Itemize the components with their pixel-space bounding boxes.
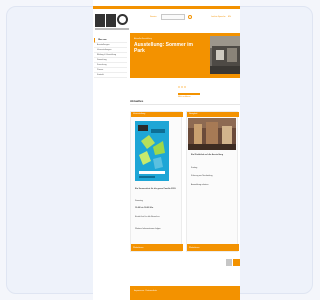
sidebar-item[interactable]: Kontakt [94, 73, 127, 78]
teaser-time: 10:00 bis 18:00 Uhr [135, 207, 154, 209]
logo-ring [117, 14, 128, 25]
hero-title: Ausstellung: Sommer im Park [134, 42, 193, 54]
teaser-text: Führung am Nachmittag [191, 175, 213, 177]
pager [226, 259, 240, 266]
teaser-read-more[interactable]: Weiterlesen [133, 247, 144, 249]
logo-box-2 [106, 14, 116, 27]
hero-dot[interactable] [178, 86, 180, 88]
hero-dot[interactable] [181, 86, 183, 88]
teaser-text: Weitere Informationen folgen [135, 228, 161, 230]
hero-dot[interactable] [184, 86, 186, 88]
site-logo[interactable] [95, 14, 129, 32]
pager-prev-button[interactable] [226, 259, 232, 266]
more-band [178, 93, 200, 95]
nav-service-link[interactable]: Service [150, 16, 157, 18]
teaser-poster [135, 121, 169, 181]
pager-next-button[interactable] [233, 259, 240, 266]
teaser-photo [188, 118, 236, 150]
logo-box-1 [95, 14, 105, 27]
teaser-card[interactable]: Neuigkeit Ein Rückblick auf die Ausstell… [186, 111, 239, 252]
sidebar-nav: Über uns Ausstellungen Veranstaltungen B… [94, 38, 127, 78]
section-divider [130, 104, 240, 105]
teaser-text: Eintritt frei für alle Besucher [135, 216, 160, 218]
teaser-text: Anmeldung erbeten [191, 184, 209, 186]
hero-banner[interactable]: Aktuelle Ausstellung Ausstellung: Sommer… [130, 33, 240, 88]
footer-links[interactable]: Impressum · Datenschutz [134, 290, 157, 292]
top-accent-strip [93, 6, 240, 9]
hero-pagination[interactable] [178, 75, 198, 88]
website-page: Service Leichte Sprache EN Über uns Auss… [93, 0, 240, 300]
teaser-title: Ein Rückblick auf die Ausstellung [191, 154, 224, 156]
teaser-category: Veranstaltung [133, 113, 146, 115]
more-link[interactable]: Mehr erfahren [178, 96, 191, 98]
search-icon[interactable] [188, 15, 192, 19]
teaser-day: Freitag [191, 167, 198, 169]
easy-language-link[interactable]: Leichte Sprache [211, 16, 225, 18]
search-input[interactable] [161, 14, 185, 20]
site-footer: Impressum · Datenschutz [130, 286, 240, 300]
section-title: Aktuelles [130, 99, 144, 103]
teaser-category: Neuigkeit [189, 113, 198, 115]
teaser-title: Ein Sommerfest für die ganze Familie 201… [135, 188, 176, 190]
teaser-card[interactable]: Veranstaltung Ein Sommerfest für die gan… [130, 111, 183, 252]
teaser-day: Samstag [135, 200, 143, 202]
language-switch[interactable]: EN [228, 16, 231, 18]
teaser-read-more[interactable]: Weiterlesen [189, 247, 200, 249]
hero-kicker: Aktuelle Ausstellung [134, 38, 152, 40]
hero-photo [210, 36, 240, 74]
logo-underline [95, 28, 129, 30]
